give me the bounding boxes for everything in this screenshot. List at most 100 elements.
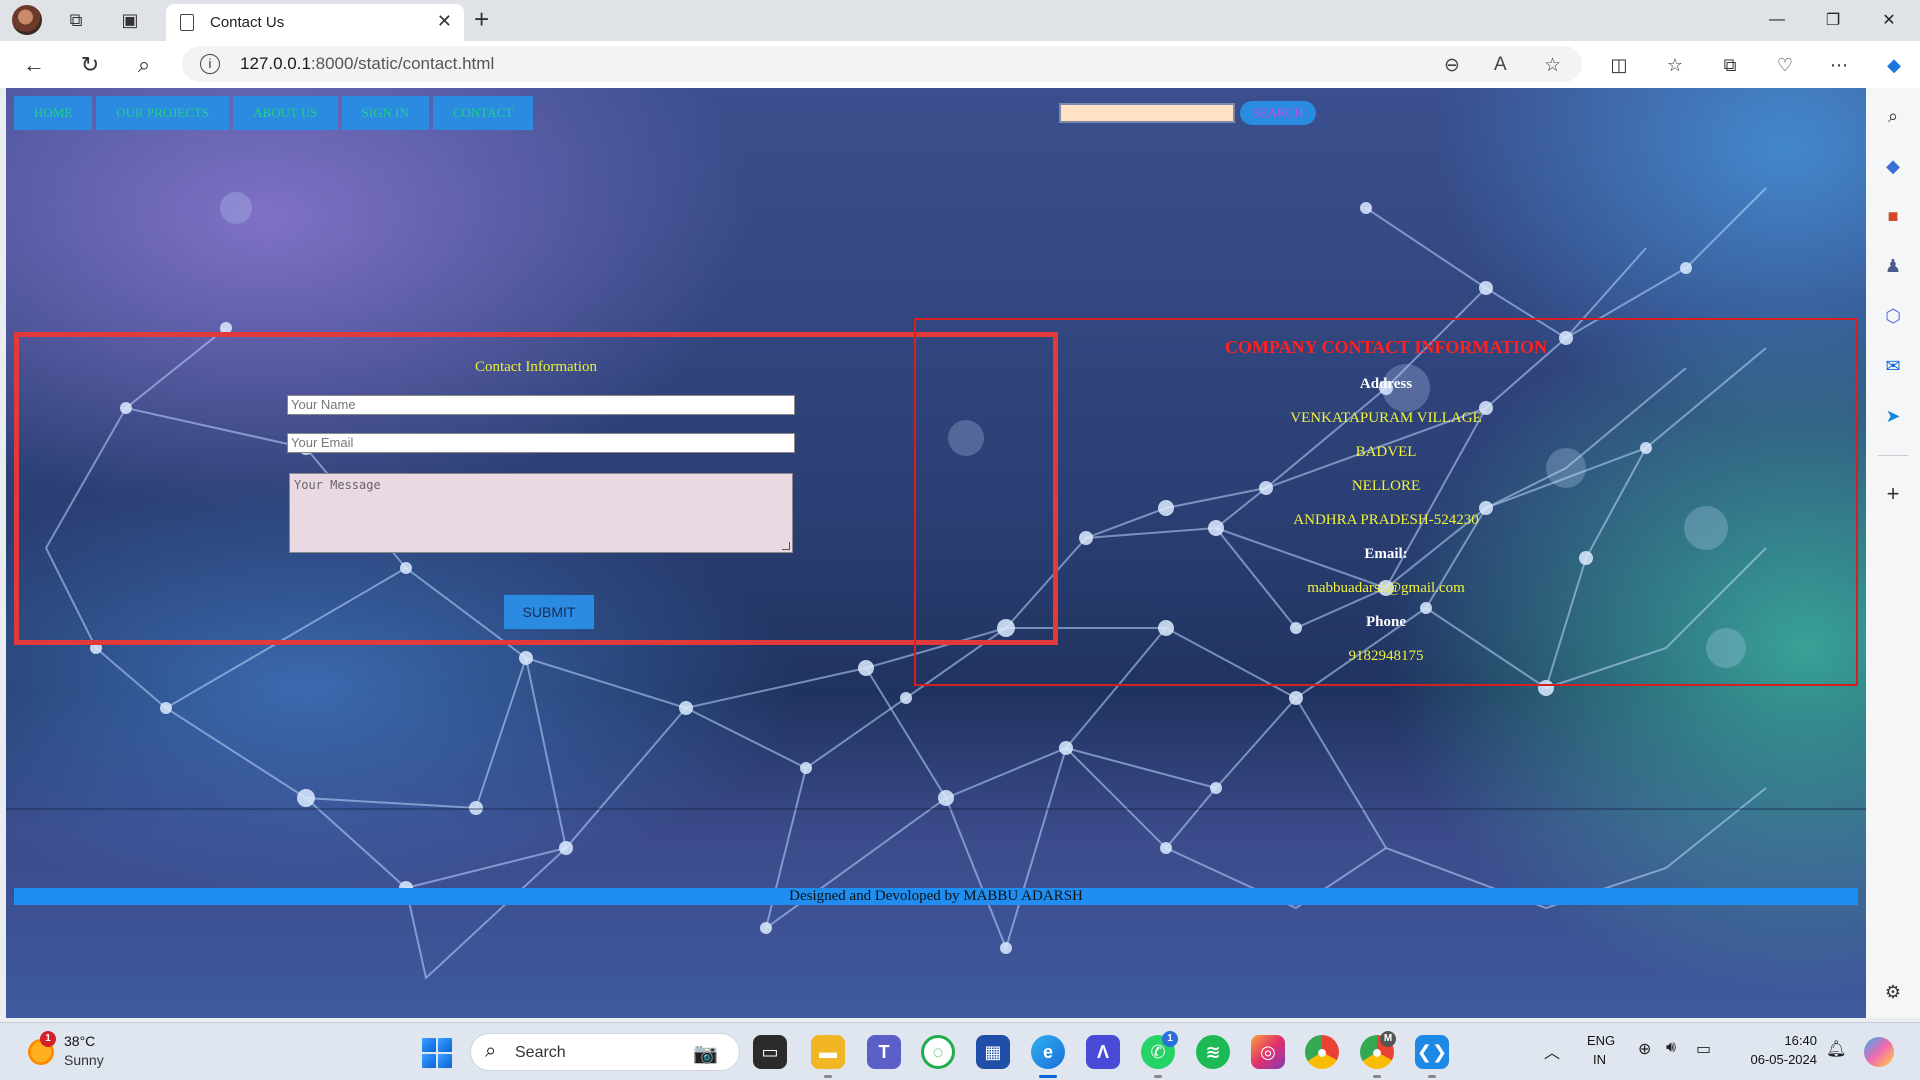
nav-sign-in[interactable]: SIGN IN [341, 96, 429, 130]
copilot-icon[interactable]: ◆ [1878, 49, 1910, 81]
task-view-icon[interactable]: ▭ [753, 1035, 787, 1069]
arc-app-icon[interactable]: Λ [1086, 1035, 1120, 1069]
company-email: mabbuadarsh@gmail.com [1307, 580, 1465, 596]
spotify-icon[interactable]: ≋ [1196, 1035, 1230, 1069]
network-globe-icon[interactable]: ⊕ [1638, 1039, 1651, 1059]
chrome-icon[interactable]: ● [1305, 1035, 1339, 1069]
address-bar[interactable]: i 127.0.0.1:8000/static/contact.html ⊖ A… [182, 46, 1582, 82]
company-info-title: COMPANY CONTACT INFORMATION [1225, 337, 1547, 357]
nav-home[interactable]: HOME [14, 96, 93, 130]
region-code[interactable]: IN [1593, 1052, 1606, 1067]
edge-icon[interactable]: e [1031, 1035, 1065, 1069]
nav-contact[interactable]: CONTACT [432, 96, 534, 130]
web-page: HOME OUR PROJECTS ABOUT US SIGN IN CONTA… [6, 88, 1866, 1018]
url-host: 127.0.0.1 [240, 54, 311, 73]
whatsapp-badge: 1 [1162, 1031, 1178, 1047]
chevron-up-icon[interactable]: ︿ [1544, 1039, 1560, 1063]
copilot-taskbar-icon[interactable] [1864, 1037, 1894, 1067]
name-input[interactable]: Your Name [287, 395, 795, 415]
address-line: NELLORE [1351, 478, 1421, 494]
browser-essentials-icon[interactable]: ♡ [1769, 49, 1801, 81]
weather-temperature[interactable]: 38°C [64, 1033, 95, 1049]
windows-taskbar: 1 38°C Sunny ⌕ Search 📷 ▭ ▬ T ◌ ▦ e Λ ✆ … [0, 1022, 1920, 1080]
search-icon[interactable]: ⌕ [128, 49, 160, 81]
tools-icon[interactable]: ■ [1879, 202, 1907, 230]
taskbar-search-icon: ⌕ [485, 1040, 497, 1062]
read-aloud-icon[interactable]: A [1494, 54, 1507, 76]
url-text[interactable]: 127.0.0.1:8000/static/contact.html [240, 54, 494, 74]
tab-title: Contact Us [210, 14, 285, 31]
weather-description[interactable]: Sunny [64, 1052, 104, 1068]
profile-avatar[interactable] [12, 5, 42, 35]
message-textarea[interactable]: Your Message [289, 473, 793, 553]
site-nav: HOME OUR PROJECTS ABOUT US SIGN IN CONTA… [14, 96, 534, 130]
edge-sidebar: ⌕ ◆ ■ ♟ ⬡ ✉ ➤ + ⚙ [1866, 88, 1920, 1018]
url-path: :8000/static/contact.html [310, 54, 495, 73]
send-icon[interactable]: ➤ [1879, 402, 1907, 430]
battery-icon[interactable]: ▭ [1696, 1039, 1711, 1059]
company-info-panel: COMPANY CONTACT INFORMATION Address VENK… [914, 318, 1858, 686]
sync-app-icon[interactable]: ◌ [921, 1035, 955, 1069]
settings-gear-icon[interactable]: ⚙ [1879, 978, 1907, 1006]
clock-date[interactable]: 06-05-2024 [1736, 1052, 1818, 1067]
refresh-icon[interactable]: ↻ [74, 49, 106, 81]
microsoft365-icon[interactable]: ⬡ [1879, 302, 1907, 330]
address-line: BADVEL [1355, 444, 1417, 460]
add-sidebar-icon[interactable]: + [1879, 480, 1907, 508]
new-tab-icon[interactable]: + [474, 4, 489, 35]
close-tab-icon[interactable]: ✕ [437, 11, 452, 32]
address-label: Address [1359, 376, 1413, 392]
shopping-tag-icon[interactable]: ◆ [1879, 152, 1907, 180]
zoom-out-icon[interactable]: ⊖ [1444, 54, 1460, 77]
minimize-icon[interactable]: — [1754, 6, 1800, 34]
language-code[interactable]: ENG [1587, 1033, 1615, 1048]
submit-button[interactable]: SUBMIT [504, 595, 594, 629]
games-icon[interactable]: ♟ [1879, 252, 1907, 280]
window-close-icon[interactable]: ✕ [1866, 6, 1912, 34]
clock-time[interactable]: 16:40 [1745, 1033, 1817, 1048]
chrome-profile-badge: M [1380, 1031, 1396, 1047]
sidebar-divider [1878, 455, 1908, 456]
store-icon[interactable]: ▦ [976, 1035, 1010, 1069]
back-icon[interactable]: ← [18, 49, 50, 81]
browser-toolbar: ← ↻ ⌕ i 127.0.0.1:8000/static/contact.ht… [0, 41, 1920, 88]
vscode-icon[interactable]: ❮❯ [1415, 1035, 1449, 1069]
app-active-indicator [1039, 1075, 1057, 1078]
workspaces-icon[interactable]: ⧉ [58, 6, 94, 34]
outlook-icon[interactable]: ✉ [1879, 352, 1907, 380]
site-info-icon[interactable]: i [200, 54, 220, 74]
instagram-icon[interactable]: ◎ [1251, 1035, 1285, 1069]
split-screen-icon[interactable]: ◫ [1603, 49, 1635, 81]
site-search-input[interactable] [1059, 103, 1235, 123]
favorites-icon[interactable]: ☆ [1659, 49, 1691, 81]
nav-our-projects[interactable]: OUR PROJECTS [96, 96, 230, 130]
collections-icon[interactable]: ⧉ [1714, 49, 1746, 81]
file-explorer-icon[interactable]: ▬ [811, 1035, 845, 1069]
restore-icon[interactable]: ❐ [1810, 6, 1856, 34]
favorite-star-icon[interactable]: ☆ [1544, 54, 1561, 77]
browser-tab-strip: ⧉ ▣ Contact Us ✕ + — ❐ ✕ [0, 0, 1920, 41]
site-footer: Designed and Devoloped by MABBU ADARSH [14, 888, 1858, 905]
teams-icon[interactable]: T [867, 1035, 901, 1069]
tab-actions-icon[interactable]: ▣ [112, 6, 148, 34]
form-title: Contact Information [474, 359, 598, 375]
resize-handle-icon[interactable] [782, 542, 790, 550]
email-input[interactable]: Your Email [287, 433, 795, 453]
start-windows-icon[interactable] [422, 1038, 452, 1068]
contact-form-panel: Contact Information Your Name Your Email… [14, 332, 1058, 645]
sidebar-search-icon[interactable]: ⌕ [1879, 102, 1907, 130]
taskbar-search[interactable]: ⌕ Search 📷 [470, 1033, 740, 1071]
site-search-button[interactable]: SEARCH [1240, 101, 1316, 125]
address-line: ANDHRA PRADESH-524230 [1293, 512, 1479, 528]
notification-bell-icon[interactable]: 🔔︎ [1826, 1039, 1846, 1059]
more-menu-icon[interactable]: ⋯ [1823, 49, 1855, 81]
email-label: Email: [1364, 546, 1408, 562]
viewport-fold [6, 808, 1866, 810]
company-phone: 9182948175 [1348, 648, 1424, 664]
phone-label: Phone [1365, 614, 1406, 630]
active-tab[interactable]: Contact Us ✕ [166, 4, 464, 41]
volume-icon[interactable]: 🔊︎ [1666, 1039, 1676, 1057]
nav-about-us[interactable]: ABOUT US [233, 96, 338, 130]
app-running-indicator [824, 1075, 832, 1078]
address-line: VENKATAPURAM VILLAGE [1290, 410, 1482, 426]
